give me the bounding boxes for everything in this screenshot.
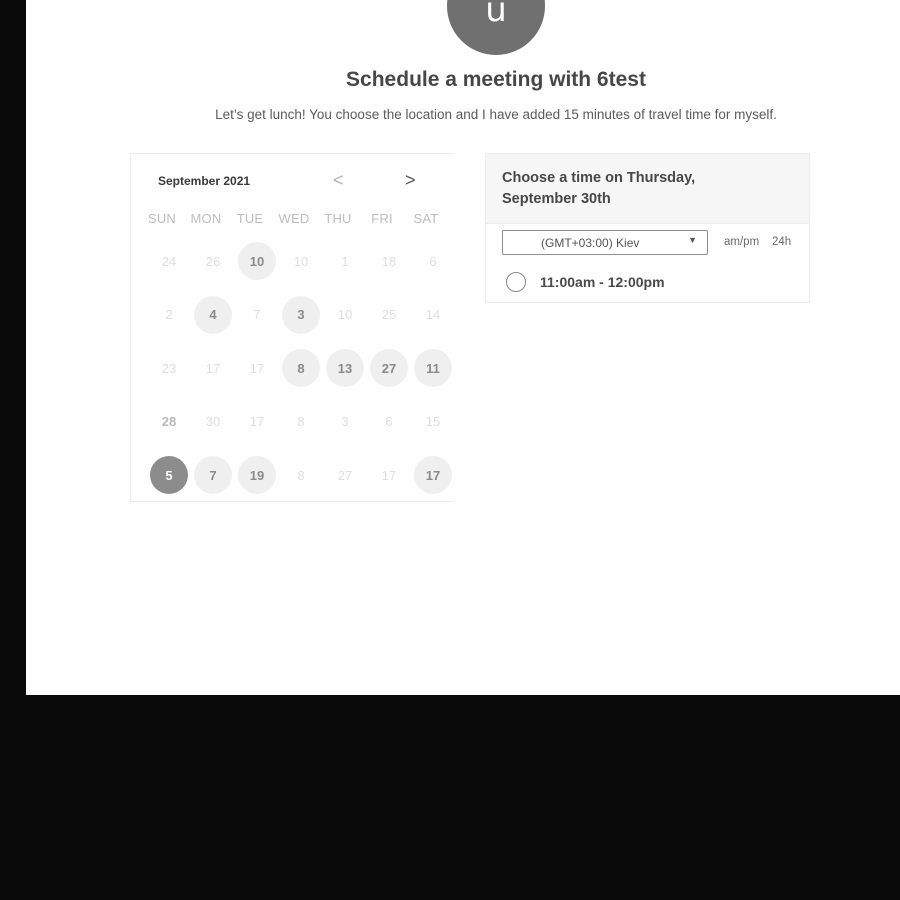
meeting-description: Let’s get lunch! You choose the location… [215, 107, 777, 122]
weekday-label: MON [190, 211, 222, 226]
calendar-day: 28 [161, 414, 177, 429]
calendar-day[interactable]: 7 [194, 456, 232, 494]
calendar-day: 18 [381, 253, 397, 269]
calendar-day: 25 [381, 307, 397, 322]
chevron-left-icon[interactable]: < [333, 170, 344, 190]
calendar-day: 14 [425, 307, 441, 322]
calendar-day: 8 [297, 414, 305, 429]
calendar-day: 24 [161, 253, 177, 269]
calendar-day-selected[interactable]: 5 [150, 456, 188, 494]
weekday-label: WED [278, 211, 310, 226]
calendar-day: 2 [165, 307, 173, 322]
calendar-day: 6 [429, 253, 437, 269]
calendar-day: 10 [337, 307, 353, 322]
calendar: September 2021 < > SUN MON TUE WED THU FRI SAT… [130, 153, 454, 502]
radio-icon[interactable] [506, 272, 526, 292]
weekday-label: FRI [371, 211, 393, 226]
time-picker-header: Choose a time on Thursday, September 30t… [486, 154, 809, 224]
avatar-letter: u [485, 0, 507, 30]
calendar-day[interactable]: 3 [282, 295, 320, 334]
chevron-right-icon[interactable]: > [405, 170, 416, 190]
weekday-label: SAT [413, 211, 439, 226]
calendar-day[interactable]: 10 [238, 242, 276, 280]
calendar-day[interactable]: 19 [238, 456, 276, 494]
weekday-label: TUE [236, 211, 264, 226]
calendar-day[interactable]: 27 [370, 349, 408, 387]
calendar-day[interactable]: 4 [194, 295, 232, 334]
calendar-day[interactable]: 8 [282, 349, 320, 387]
calendar-day[interactable]: 13 [326, 349, 364, 387]
calendar-day: 30 [205, 414, 221, 429]
format-ampm-toggle[interactable]: am/pm [724, 236, 759, 248]
weekday-label: SUN [147, 211, 177, 226]
month-label: September 2021 [158, 174, 251, 188]
calendar-day: 15 [425, 414, 441, 429]
calendar-day: 3 [341, 414, 349, 429]
calendar-day: 10 [293, 253, 309, 269]
time-picker: Choose a time on Thursday, September 30t… [485, 153, 810, 303]
calendar-day: 6 [385, 414, 393, 429]
calendar-day: 17 [249, 360, 265, 376]
calendar-day: 17 [249, 414, 265, 429]
calendar-day: 7 [253, 307, 261, 322]
calendar-day: 17 [205, 360, 221, 376]
calendar-day: 17 [381, 467, 397, 483]
timezone-value: (GMT+03:00) Kiev [541, 236, 640, 250]
time-picker-title: Choose a time on Thursday, September 30t… [502, 170, 696, 207]
calendar-day: 8 [297, 467, 305, 483]
timezone-select[interactable]: (GMT+03:00) Kiev ▼ [502, 230, 708, 255]
format-24h-toggle[interactable]: 24h [772, 236, 791, 248]
calendar-day[interactable]: 17 [414, 456, 452, 494]
caret-down-icon: ▼ [688, 235, 697, 245]
calendar-day: 1 [341, 253, 349, 269]
calendar-day: 27 [337, 467, 353, 483]
page-title: Schedule a meeting with 6test [346, 68, 646, 91]
time-slot-label: 11:00am - 12:00pm [540, 274, 665, 290]
calendar-day: 23 [161, 360, 177, 376]
time-slot[interactable]: 11:00am - 12:00pm [506, 271, 665, 293]
calendar-day[interactable]: 11 [414, 349, 452, 387]
weekday-label: THU [324, 211, 352, 226]
host-avatar: u [447, 0, 545, 55]
calendar-day: 26 [205, 253, 221, 269]
